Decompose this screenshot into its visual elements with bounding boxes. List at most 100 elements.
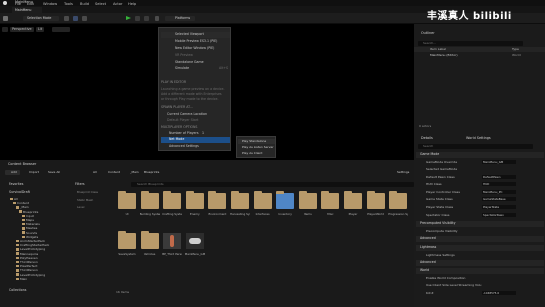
- menu-play-as-client[interactable]: Play As Client: [242, 152, 262, 155]
- prop-value[interactable]: MainMenu_PC: [482, 189, 516, 194]
- folder-asset[interactable]: Vehicles: [140, 231, 160, 265]
- folder-icon: [140, 191, 159, 209]
- details-tab[interactable]: Details: [421, 136, 433, 140]
- folder-asset[interactable]: Interfaces: [253, 191, 273, 225]
- prop-value[interactable]: GameStateBase: [482, 196, 516, 201]
- project-header[interactable]: SurvivalDraft: [9, 190, 30, 194]
- import-button[interactable]: Import: [29, 171, 39, 174]
- asset-search-input[interactable]: [131, 182, 414, 187]
- perspective-button[interactable]: Perspective: [10, 27, 34, 32]
- prop-value[interactable]: DefaultPawn: [482, 174, 516, 179]
- lit-button[interactable]: Lit: [36, 27, 45, 32]
- menu-simulate[interactable]: Simulate: [175, 66, 189, 70]
- section-advanced[interactable]: Advanced: [416, 236, 544, 242]
- menu-window[interactable]: Window: [43, 2, 57, 7]
- folder-asset[interactable]: UI: [117, 191, 137, 225]
- folder-asset[interactable]: Items: [298, 191, 318, 225]
- menu-play-standalone[interactable]: Play Standalone: [242, 140, 266, 143]
- save-icon[interactable]: [3, 16, 8, 21]
- settings-button[interactable]: Settings: [397, 171, 409, 174]
- blueprint-asset[interactable]: MainMenu_GM: [185, 233, 205, 265]
- collections-header[interactable]: Collections: [9, 288, 26, 292]
- prop-row: HUD Class HUD: [420, 181, 538, 187]
- tree-folder-item[interactable]: Main: [16, 277, 27, 281]
- folder-asset[interactable]: Inventory: [275, 191, 295, 225]
- path-blueprints[interactable]: Blueprints: [144, 171, 159, 174]
- folder-icon: [16, 277, 19, 281]
- menu-new-editor-window[interactable]: New Editor Window (PIE): [175, 46, 214, 50]
- prop-value[interactable]: -1048575.0: [482, 290, 516, 295]
- menu-select[interactable]: Select: [95, 2, 106, 7]
- folder-asset[interactable]: Player: [343, 191, 363, 225]
- outliner-col-label[interactable]: Item Label: [430, 48, 446, 51]
- blueprint-asset[interactable]: BP_Third Person Character: [162, 233, 182, 265]
- menu-mobile-preview[interactable]: Mobile Preview ES3.1 (PIE): [175, 39, 217, 43]
- number-of-players-label: Number of Players: [169, 131, 199, 135]
- mode-selector[interactable]: Selection Mode: [23, 16, 59, 21]
- show-button[interactable]: [52, 27, 70, 32]
- folder-asset[interactable]: Environment: [207, 191, 227, 225]
- prop-label: Enable World Composition: [426, 276, 466, 280]
- menu-vr-preview[interactable]: VR Preview: [175, 53, 193, 57]
- viewport-menu-button[interactable]: [2, 27, 8, 32]
- details-search-input[interactable]: [418, 144, 533, 149]
- prop-value[interactable]: SpectatorPawn: [482, 212, 516, 217]
- play-icon[interactable]: [126, 16, 131, 20]
- folder-asset[interactable]: Enemy: [185, 191, 205, 225]
- folder-asset[interactable]: PlayerWorld: [366, 191, 386, 225]
- save-all-button[interactable]: Save All: [48, 171, 60, 174]
- section-advanced-2[interactable]: Advanced: [416, 260, 544, 266]
- folder-asset[interactable]: Progression System: [388, 191, 408, 225]
- asset-label: PlayerWorld: [367, 212, 384, 216]
- menu-tools[interactable]: Tools: [64, 2, 73, 7]
- prop-value[interactable]: HUD: [482, 181, 516, 186]
- blueprint-icon[interactable]: [73, 16, 78, 21]
- folder-asset[interactable]: Building System: [140, 191, 160, 225]
- menu-current-camera-location[interactable]: Current Camera Location: [167, 112, 207, 116]
- folder-icon: [22, 218, 25, 222]
- outliner-row-world[interactable]: MainMenu (Editor): [430, 54, 458, 57]
- folder-asset[interactable]: Crafting System: [162, 191, 182, 225]
- menu-play-listen-server[interactable]: Play As Listen Server: [242, 146, 274, 149]
- outliner-tab[interactable]: Outliner: [421, 31, 435, 35]
- more-options-icon[interactable]: [155, 16, 159, 21]
- section-game-mode[interactable]: Game Mode: [416, 152, 544, 158]
- prop-value[interactable]: MainMenu_GM: [482, 159, 516, 164]
- filter-level[interactable]: Level: [77, 206, 84, 209]
- skip-icon[interactable]: [135, 16, 140, 21]
- folder-asset[interactable]: Misc: [320, 191, 340, 225]
- filter-static-mesh[interactable]: Static Mesh: [77, 199, 93, 202]
- folder-asset[interactable]: SaveSystem: [117, 231, 137, 265]
- menu-advanced-settings[interactable]: Advanced Settings: [169, 144, 199, 148]
- menu-selected-viewport[interactable]: Selected Viewport: [175, 32, 204, 36]
- add-actor-icon[interactable]: [64, 16, 69, 21]
- add-button[interactable]: Add: [5, 170, 20, 175]
- section-world[interactable]: World: [416, 268, 544, 274]
- filters-header[interactable]: Filters: [75, 182, 85, 186]
- section-precomputed-visibility[interactable]: Precomputed Visibility: [416, 221, 544, 227]
- prop-label: Lightmass Settings: [426, 253, 455, 257]
- section-spawn-player: SPAWN PLAYER AT...: [161, 105, 193, 109]
- menu-standalone-game[interactable]: Standalone Game: [175, 60, 204, 64]
- cinematics-icon[interactable]: [82, 16, 87, 21]
- prop-value[interactable]: PlayerState: [482, 204, 516, 209]
- stop-icon[interactable]: [144, 16, 149, 21]
- content-browser-tab[interactable]: Content Browser: [8, 162, 36, 166]
- menu-actor[interactable]: Actor: [113, 2, 122, 7]
- menu-help[interactable]: Help: [128, 2, 136, 7]
- filter-blueprint-class[interactable]: Blueprint Class: [77, 191, 98, 194]
- section-lightmass[interactable]: Lightmass: [416, 245, 544, 251]
- menu-default-player-start[interactable]: Default Player Start: [167, 118, 198, 122]
- number-of-players-input[interactable]: 1: [202, 131, 204, 135]
- outliner-col-type[interactable]: Type: [512, 48, 519, 51]
- menu-net-mode[interactable]: Net Mode: [169, 137, 184, 141]
- path-all[interactable]: All: [93, 171, 97, 174]
- path-content[interactable]: Content: [108, 171, 120, 174]
- folder-icon: [13, 201, 16, 205]
- favorites-header[interactable]: Favorites: [9, 182, 23, 186]
- path-main[interactable]: _Main: [130, 171, 139, 174]
- platforms-button[interactable]: Platforms: [165, 16, 195, 21]
- menu-build[interactable]: Build: [80, 2, 89, 7]
- folder-asset[interactable]: Harvesting System: [230, 191, 250, 225]
- world-settings-tab[interactable]: World Settings: [466, 136, 491, 140]
